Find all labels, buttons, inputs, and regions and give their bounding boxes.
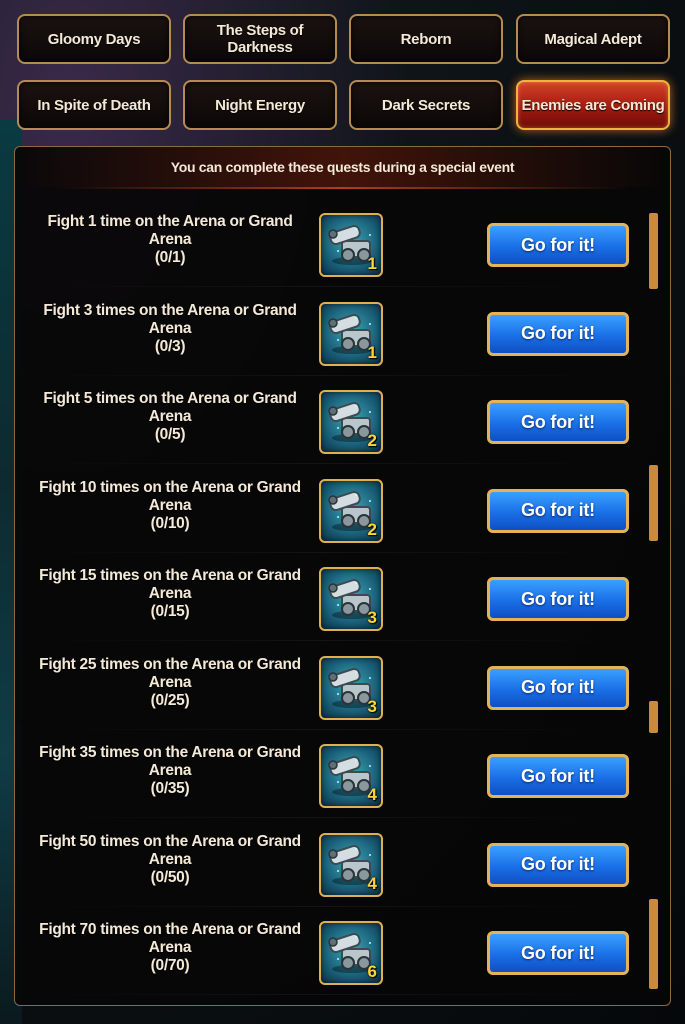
- quest-title: Fight 1 time on the Arena or Grand Arena: [47, 213, 293, 248]
- quest-title: Fight 10 times on the Arena or Grand Are…: [39, 478, 301, 514]
- scrollbar-thumb[interactable]: [649, 899, 658, 989]
- quest-row: Fight 5 times on the Arena or Grand Aren…: [15, 376, 670, 464]
- quest-title: Fight 50 times on the Arena or Grand Are…: [39, 832, 301, 868]
- quest-description: Fight 70 times on the Arena or Grand Are…: [25, 921, 315, 975]
- panel-subtitle: You can complete these quests during a s…: [15, 147, 670, 187]
- quest-progress: (0/1): [154, 249, 186, 266]
- tab-enemies-are-coming[interactable]: Enemies are Coming: [516, 80, 670, 130]
- quest-description: Fight 1 time on the Arena or Grand Arena…: [25, 213, 315, 267]
- reward-item[interactable]: 6: [319, 921, 383, 985]
- reward-item[interactable]: 2: [319, 478, 383, 543]
- reward-count: 4: [367, 785, 377, 804]
- quest-title: Fight 15 times on the Arena or Grand Are…: [39, 567, 301, 602]
- quest-title: Fight 25 times on the Arena or Grand Are…: [39, 655, 301, 691]
- quest-progress: (0/10): [150, 514, 190, 532]
- quest-row: Fight 3 times on the Arena or Grand Aren…: [15, 288, 670, 376]
- tab-steps-of-darkness[interactable]: The Steps of Darkness: [183, 14, 337, 64]
- quest-description: Fight 15 times on the Arena or Grand Are…: [25, 567, 315, 621]
- go-for-it-button[interactable]: Go for it!: [487, 311, 629, 356]
- go-for-it-button[interactable]: Go for it!: [487, 223, 629, 267]
- scrollbar[interactable]: [649, 213, 659, 993]
- reward-item[interactable]: 3: [319, 567, 383, 631]
- reward-count: 1: [367, 342, 377, 362]
- reward-item[interactable]: 3: [319, 655, 383, 720]
- scrollbar-thumb[interactable]: [649, 213, 658, 289]
- go-for-it-button[interactable]: Go for it!: [487, 577, 629, 621]
- quest-description: Fight 25 times on the Arena or Grand Are…: [25, 656, 315, 710]
- quest-row: Fight 70 times on the Arena or Grand Are…: [15, 907, 670, 995]
- reward-item[interactable]: 1: [319, 213, 383, 277]
- event-tabs: Gloomy Days The Steps of Darkness Reborn…: [0, 0, 685, 140]
- quest-row: Fight 25 times on the Arena or Grand Are…: [15, 642, 670, 730]
- reward-item[interactable]: 4: [319, 744, 383, 808]
- tab-in-spite-of-death[interactable]: In Spite of Death: [17, 80, 171, 130]
- go-for-it-button[interactable]: Go for it!: [487, 488, 629, 533]
- row-divider: [35, 994, 610, 995]
- quest-row: Fight 15 times on the Arena or Grand Are…: [15, 553, 670, 641]
- reward-item[interactable]: 2: [319, 390, 383, 454]
- quest-title: Fight 35 times on the Arena or Grand Are…: [39, 744, 301, 779]
- quest-progress: (0/35): [150, 780, 190, 797]
- quest-title: Fight 70 times on the Arena or Grand Are…: [39, 921, 301, 956]
- reward-count: 2: [367, 431, 377, 450]
- quest-row: Fight 35 times on the Arena or Grand Are…: [15, 730, 670, 818]
- quest-description: Fight 3 times on the Arena or Grand Aren…: [25, 302, 315, 356]
- quest-row: Fight 50 times on the Arena or Grand Are…: [15, 819, 670, 907]
- scrollbar-thumb[interactable]: [649, 465, 658, 541]
- quest-progress: (0/3): [154, 337, 186, 355]
- quest-progress: (0/50): [150, 868, 190, 886]
- tab-night-energy[interactable]: Night Energy: [183, 80, 337, 130]
- quest-progress: (0/5): [154, 426, 186, 443]
- reward-count: 3: [367, 608, 377, 627]
- go-for-it-button[interactable]: Go for it!: [487, 931, 629, 975]
- subtitle-divider: [55, 187, 630, 189]
- reward-item[interactable]: 1: [319, 301, 383, 366]
- quest-progress: (0/15): [150, 603, 190, 620]
- quest-row: Fight 1 time on the Arena or Grand Arena…: [15, 199, 670, 287]
- quest-title: Fight 3 times on the Arena or Grand Aren…: [43, 301, 297, 337]
- quest-title: Fight 5 times on the Arena or Grand Aren…: [43, 390, 297, 425]
- go-for-it-button[interactable]: Go for it!: [487, 665, 629, 710]
- quest-description: Fight 10 times on the Arena or Grand Are…: [25, 479, 315, 533]
- quest-description: Fight 35 times on the Arena or Grand Are…: [25, 744, 315, 798]
- scrollbar-thumb[interactable]: [649, 701, 658, 733]
- quest-row: Fight 10 times on the Arena or Grand Are…: [15, 465, 670, 553]
- go-for-it-button[interactable]: Go for it!: [487, 842, 629, 887]
- reward-item[interactable]: 4: [319, 832, 383, 897]
- quest-progress: (0/25): [150, 691, 190, 709]
- reward-count: 3: [367, 696, 377, 716]
- reward-count: 6: [367, 962, 377, 981]
- tab-magical-adept[interactable]: Magical Adept: [516, 14, 670, 64]
- reward-count: 1: [367, 254, 377, 273]
- quest-description: Fight 5 times on the Arena or Grand Aren…: [25, 390, 315, 444]
- reward-count: 4: [367, 873, 377, 893]
- quest-panel: You can complete these quests during a s…: [14, 146, 671, 1006]
- quest-progress: (0/70): [150, 957, 190, 974]
- tab-gloomy-days[interactable]: Gloomy Days: [17, 14, 171, 64]
- reward-count: 2: [367, 519, 377, 539]
- tab-dark-secrets[interactable]: Dark Secrets: [349, 80, 503, 130]
- go-for-it-button[interactable]: Go for it!: [487, 400, 629, 444]
- go-for-it-button[interactable]: Go for it!: [487, 754, 629, 798]
- tab-reborn[interactable]: Reborn: [349, 14, 503, 64]
- quest-description: Fight 50 times on the Arena or Grand Are…: [25, 833, 315, 887]
